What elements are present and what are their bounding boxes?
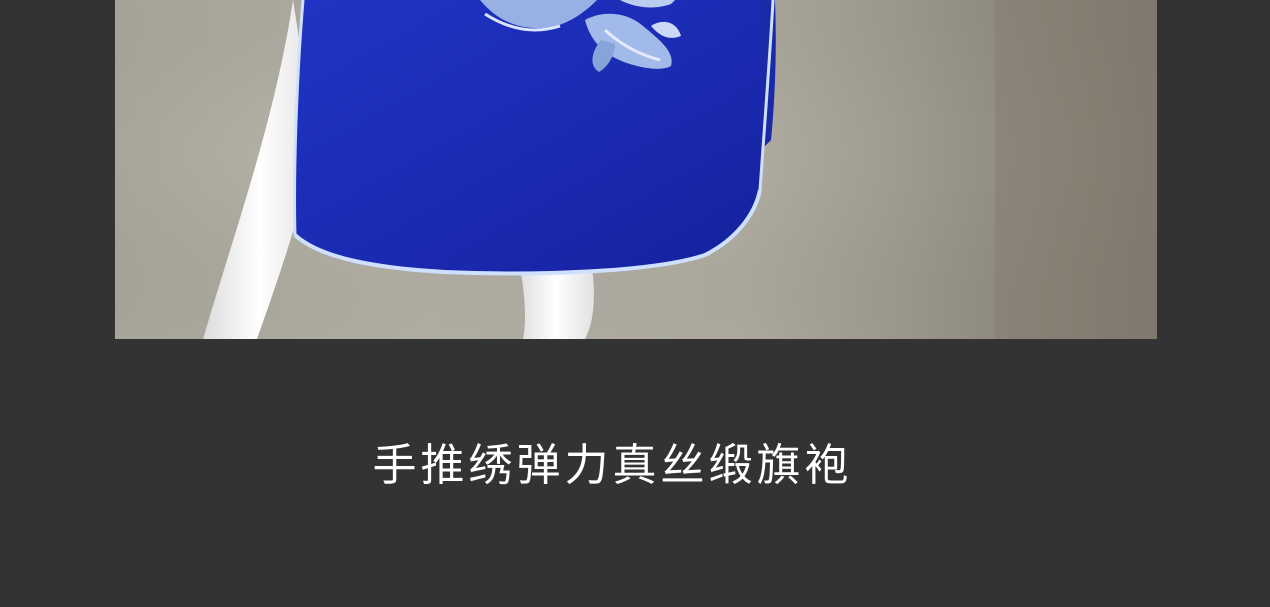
qipao-skirt [294,0,773,274]
product-title: 手推绣弹力真丝缎旗袍 [372,440,853,491]
product-detail-section: 手推绣弹力真丝缎旗袍 [0,0,1270,607]
product-photo [115,0,1157,339]
qipao-illustration [115,0,1157,339]
